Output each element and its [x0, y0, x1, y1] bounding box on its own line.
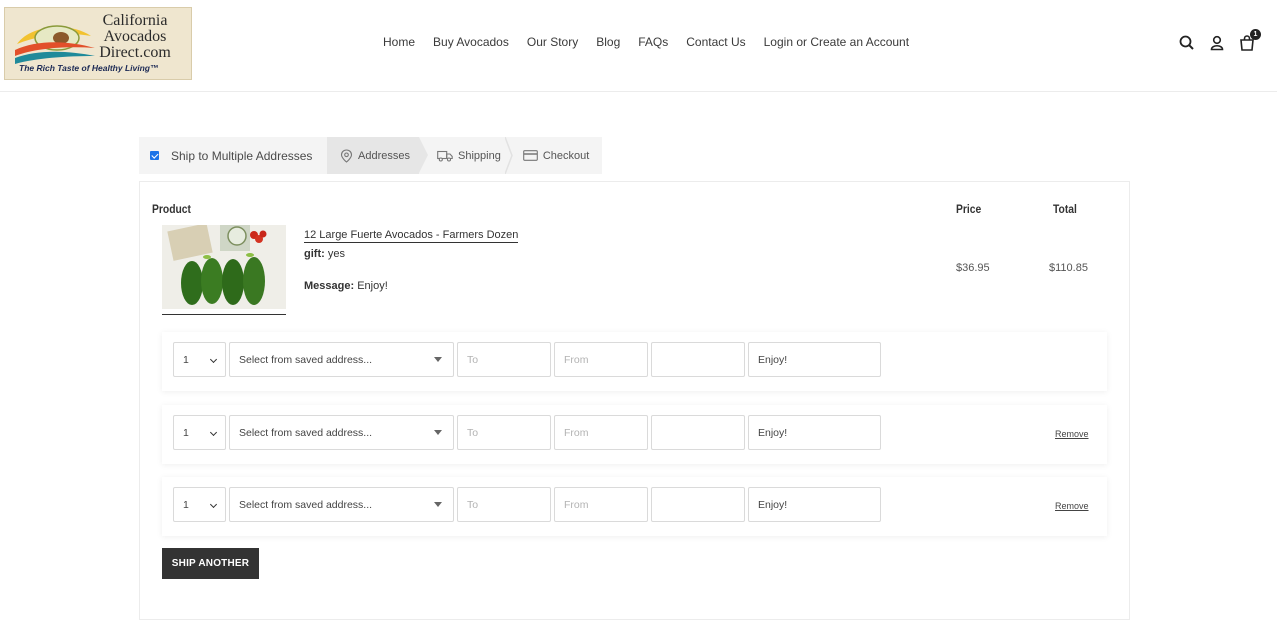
account-icon[interactable]	[1207, 33, 1227, 53]
to-input[interactable]: To	[457, 415, 551, 450]
from-input[interactable]: From	[554, 415, 648, 450]
quantity-value: 1	[183, 426, 189, 439]
truck-icon	[437, 150, 453, 162]
product-image[interactable]	[162, 225, 286, 309]
message-value: Enjoy!	[357, 280, 388, 292]
chevron-down-icon	[209, 428, 218, 437]
to-input[interactable]: To	[457, 487, 551, 522]
product-gift-line: gift: yes	[304, 248, 345, 260]
gift-message-input[interactable]: Enjoy!	[748, 342, 881, 377]
shipment-row: 1 Select from saved address... To From E…	[162, 477, 1107, 536]
credit-card-icon	[522, 150, 538, 161]
dropdown-arrow-icon	[434, 430, 442, 435]
saved-address-placeholder: Select from saved address...	[239, 353, 373, 366]
step-addresses[interactable]: Addresses	[327, 137, 428, 174]
quantity-value: 1	[183, 353, 189, 366]
multi-address-panel: Product Price Total 12 Large Fuerte Avoc…	[139, 181, 1130, 620]
location-pin-icon	[340, 148, 353, 163]
saved-address-select[interactable]: Select from saved address...	[229, 487, 454, 522]
chevron-down-icon	[209, 500, 218, 509]
main-nav: Home Buy Avocados Our Story Blog FAQs Co…	[383, 35, 909, 49]
nav-blog[interactable]: Blog	[596, 35, 620, 49]
to-placeholder: To	[467, 426, 479, 439]
gift-message-input[interactable]: Enjoy!	[748, 415, 881, 450]
logo-text-line1: California	[102, 12, 168, 29]
product-total: $110.85	[1049, 262, 1088, 274]
shipment-row: 1 Select from saved address... To From E…	[162, 405, 1107, 464]
ship-multiple-label: Ship to Multiple Addresses	[171, 148, 313, 163]
column-header-product: Product	[152, 202, 191, 216]
from-placeholder: From	[564, 353, 589, 366]
product-price: $36.95	[956, 262, 990, 274]
extra-input[interactable]	[651, 487, 745, 522]
to-placeholder: To	[467, 353, 479, 366]
to-placeholder: To	[467, 498, 479, 511]
gift-message-input[interactable]: Enjoy!	[748, 487, 881, 522]
chevron-down-icon	[209, 355, 218, 364]
step-checkout[interactable]: Checkout	[513, 137, 595, 174]
quantity-select[interactable]: 1	[173, 342, 226, 377]
dropdown-arrow-icon	[434, 357, 442, 362]
saved-address-select[interactable]: Select from saved address...	[229, 342, 454, 377]
logo-text-line2: Avocados	[103, 28, 167, 45]
quantity-select[interactable]: 1	[173, 487, 226, 522]
header-icons: 1	[1167, 29, 1261, 53]
product-message-line: Message: Enjoy!	[304, 280, 388, 292]
dropdown-arrow-icon	[434, 502, 442, 507]
to-input[interactable]: To	[457, 342, 551, 377]
cart-icon[interactable]: 1	[1237, 29, 1261, 53]
step-checkout-label: Checkout	[542, 149, 590, 162]
shipment-row: 1 Select from saved address... To From E…	[162, 332, 1107, 391]
search-icon[interactable]	[1177, 33, 1197, 53]
ship-another-button[interactable]: SHIP ANOTHER	[162, 548, 259, 579]
nav-contact-us[interactable]: Contact Us	[686, 35, 745, 49]
nav-our-story[interactable]: Our Story	[527, 35, 578, 49]
message-label: Message:	[304, 280, 355, 292]
checkout-steps: Ship to Multiple Addresses Addresses Shi…	[139, 137, 602, 174]
site-logo[interactable]: California Avocados Direct.com The Rich …	[4, 7, 192, 80]
remove-shipment-link[interactable]: Remove	[1055, 501, 1089, 511]
gift-message-value: Enjoy!	[758, 426, 788, 439]
cart-count-badge: 1	[1250, 29, 1261, 40]
gift-message-value: Enjoy!	[758, 353, 788, 366]
extra-input[interactable]	[651, 342, 745, 377]
step-shipping-label: Shipping	[458, 149, 501, 162]
quantity-select[interactable]: 1	[173, 415, 226, 450]
column-header-total: Total	[1053, 202, 1077, 216]
remove-shipment-link[interactable]: Remove	[1055, 429, 1089, 439]
column-header-price: Price	[956, 202, 982, 216]
nav-home[interactable]: Home	[383, 35, 415, 49]
saved-address-placeholder: Select from saved address...	[239, 426, 373, 439]
ship-multiple-toggle[interactable]: Ship to Multiple Addresses	[139, 137, 327, 174]
nav-faqs[interactable]: FAQs	[638, 35, 668, 49]
product-image-underline	[162, 314, 286, 315]
step-shipping[interactable]: Shipping	[419, 137, 507, 174]
quantity-value: 1	[183, 498, 189, 511]
nav-buy-avocados[interactable]: Buy Avocados	[433, 35, 509, 49]
gift-value: yes	[327, 248, 345, 260]
product-title-link[interactable]: 12 Large Fuerte Avocados - Farmers Dozen	[304, 229, 519, 243]
from-placeholder: From	[564, 426, 589, 439]
saved-address-placeholder: Select from saved address...	[239, 498, 373, 511]
site-header: California Avocados Direct.com The Rich …	[0, 0, 1277, 92]
gift-message-value: Enjoy!	[758, 498, 788, 511]
from-input[interactable]: From	[554, 342, 648, 377]
gift-label: gift:	[304, 248, 325, 260]
extra-input[interactable]	[651, 415, 745, 450]
from-input[interactable]: From	[554, 487, 648, 522]
from-placeholder: From	[564, 498, 589, 511]
saved-address-select[interactable]: Select from saved address...	[229, 415, 454, 450]
step-addresses-label: Addresses	[358, 149, 410, 162]
avocado-logo-icon	[15, 25, 95, 64]
ship-multiple-checkbox[interactable]	[150, 151, 159, 160]
logo-text-line3: Direct.com	[99, 44, 171, 61]
nav-login[interactable]: Login or Create an Account	[764, 35, 909, 49]
logo-tagline: The Rich Taste of Healthy Living™	[19, 63, 159, 73]
